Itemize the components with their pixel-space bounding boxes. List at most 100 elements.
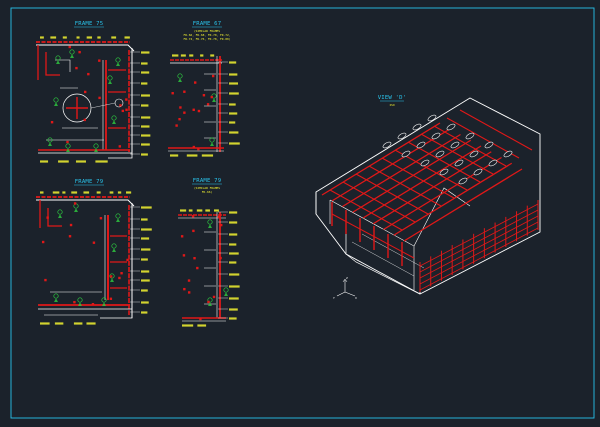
frame75-title: FRAME 75	[75, 21, 104, 27]
weld-marker	[206, 103, 210, 106]
label-tag	[141, 153, 148, 156]
weld-marker	[66, 140, 69, 144]
ucs-y-label: Y	[333, 296, 335, 300]
label-tag	[141, 237, 150, 240]
label-tag	[141, 71, 150, 74]
label-tag	[86, 36, 93, 39]
weld-marker	[178, 117, 181, 121]
weld-marker	[50, 120, 54, 124]
label-tag	[186, 154, 198, 157]
label-tag	[197, 324, 207, 327]
label-tag	[229, 273, 240, 276]
label-tag	[201, 154, 214, 157]
weld-marker	[219, 256, 222, 260]
label-tag	[182, 324, 194, 327]
weld-marker	[98, 59, 101, 62]
weld-marker	[68, 235, 72, 238]
label-tag	[117, 191, 122, 194]
label-tag	[229, 211, 238, 214]
weld-marker	[207, 300, 210, 304]
weld-marker	[41, 240, 45, 244]
label-tag	[229, 131, 239, 134]
label-tag	[205, 209, 210, 212]
label-tag	[141, 311, 148, 314]
weld-marker	[125, 108, 128, 111]
weld-marker	[83, 118, 86, 122]
label-tag	[229, 73, 238, 76]
label-tag	[96, 191, 101, 194]
weld-marker	[118, 276, 121, 280]
weld-marker	[73, 300, 76, 304]
label-tag	[229, 221, 238, 224]
label-tag	[229, 308, 238, 311]
weld-marker	[197, 109, 201, 113]
label-tag	[229, 233, 238, 236]
weld-marker	[118, 145, 122, 148]
label-tag	[141, 279, 150, 282]
label-tag	[97, 36, 101, 39]
label-tag	[50, 36, 57, 39]
label-tag	[95, 160, 108, 163]
weld-marker	[109, 297, 113, 300]
label-tag	[141, 228, 152, 231]
weld-marker	[183, 90, 186, 93]
label-tag	[229, 103, 236, 106]
label-tag	[229, 142, 240, 145]
label-tag	[141, 82, 148, 85]
label-tag	[189, 54, 194, 57]
label-tag	[141, 94, 150, 97]
label-tag	[141, 301, 149, 304]
weld-marker	[191, 215, 195, 218]
weld-marker	[187, 291, 191, 294]
label-tag	[141, 125, 150, 128]
label-tag	[109, 191, 114, 194]
label-tag	[40, 191, 44, 194]
weld-marker	[212, 295, 216, 299]
weld-marker	[192, 108, 195, 112]
frame79b-title: FRAME 79	[193, 178, 222, 184]
weld-marker	[182, 254, 186, 257]
label-tag	[141, 51, 150, 54]
weld-marker	[187, 279, 191, 282]
ucs-z-label: Z	[346, 276, 348, 280]
label-tag	[210, 54, 215, 57]
label-tag	[54, 322, 64, 325]
view-d-title: VIEW 'D'	[378, 95, 407, 101]
weld-marker	[84, 90, 87, 94]
weld-marker	[179, 106, 182, 109]
weld-marker	[193, 257, 196, 260]
weld-marker	[125, 98, 128, 101]
label-tag	[52, 191, 60, 194]
weld-marker	[91, 302, 95, 306]
label-tag	[141, 143, 150, 146]
weld-marker	[192, 229, 195, 233]
label-tag	[40, 36, 44, 39]
frame79-title: FRAME 79	[75, 179, 104, 185]
label-tag	[180, 209, 187, 212]
label-tag	[196, 209, 203, 212]
label-tag	[141, 206, 152, 209]
view-d-subtitle: ISO	[389, 103, 394, 107]
label-tag	[40, 160, 49, 163]
ucs-x-label: X	[355, 296, 357, 300]
label-tag	[141, 104, 149, 107]
label-tag	[73, 322, 83, 325]
weld-marker	[78, 50, 81, 54]
label-tag	[62, 191, 66, 194]
label-tag	[76, 36, 80, 39]
label-tag	[229, 297, 239, 300]
label-tag	[141, 248, 151, 251]
weld-marker	[217, 215, 221, 219]
weld-marker	[75, 66, 78, 70]
label-tag	[40, 322, 50, 325]
weld-marker	[220, 223, 223, 227]
weld-marker	[73, 202, 77, 205]
label-tag	[229, 92, 239, 95]
label-tag	[172, 54, 179, 57]
weld-marker	[69, 223, 73, 227]
weld-marker	[119, 104, 122, 107]
label-tag	[229, 112, 238, 115]
label-tag	[111, 36, 117, 39]
weld-marker	[197, 147, 200, 151]
label-tag	[229, 317, 237, 320]
